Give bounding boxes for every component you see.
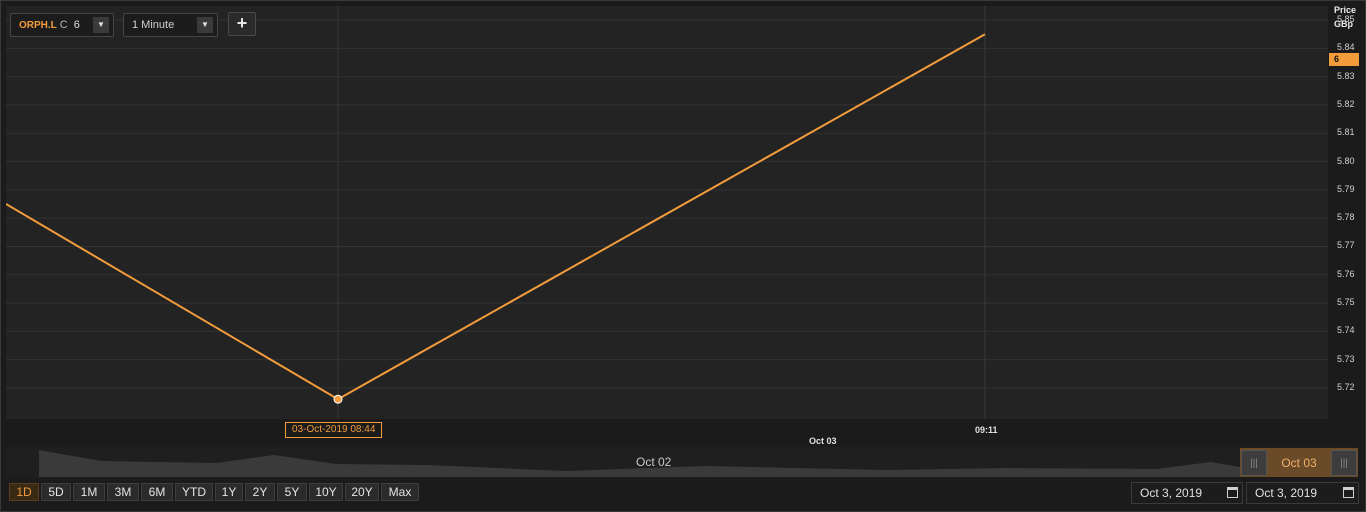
price-series-line: [6, 33, 986, 401]
range-button-1y[interactable]: 1Y: [215, 483, 243, 501]
x-axis-tick-time: 09:11: [975, 425, 998, 435]
y-axis-tick-label: 5.84: [1337, 42, 1355, 53]
series-value-label: 6: [73, 19, 80, 31]
y-axis-tick-label: 5.81: [1337, 127, 1355, 138]
y-axis-tick-label: 5.75: [1337, 297, 1355, 308]
range-button-1m[interactable]: 1M: [73, 483, 105, 501]
y-axis-tick-label: 5.78: [1337, 212, 1355, 223]
price-chart-plot[interactable]: [6, 6, 1328, 419]
navigator-date-label: Oct 02: [636, 455, 672, 469]
range-button-6m[interactable]: 6M: [141, 483, 173, 501]
range-button-max[interactable]: Max: [381, 483, 419, 501]
start-date-value: Oct 3, 2019: [1140, 486, 1203, 500]
symbol-dropdown-icon[interactable]: ▼: [93, 17, 109, 33]
range-button-3m[interactable]: 3M: [107, 483, 139, 501]
calendar-icon[interactable]: [1343, 487, 1354, 498]
range-button-5y[interactable]: 5Y: [277, 483, 307, 501]
y-axis-tick-label: 5.72: [1337, 381, 1355, 392]
time-navigator[interactable]: [6, 447, 1358, 477]
interval-label: 1 Minute: [132, 19, 175, 31]
range-button-10y[interactable]: 10Y: [309, 483, 343, 501]
range-button-ytd[interactable]: YTD: [175, 483, 213, 501]
y-axis-tick-label: 5.82: [1337, 99, 1355, 109]
navigator-selection-window[interactable]: Oct 03 ||| |||: [1240, 448, 1358, 477]
x-axis-tick-date: Oct 03: [809, 436, 837, 446]
last-price-marker: 6: [1329, 53, 1359, 66]
y-axis-tick-label: 5.79: [1337, 183, 1355, 194]
y-axis-tick-label: 5.73: [1337, 353, 1355, 364]
interval-dropdown-icon[interactable]: ▼: [197, 17, 213, 33]
end-date-field[interactable]: Oct 3, 2019: [1246, 482, 1359, 504]
navigator-sparkline: [39, 450, 1240, 477]
y-axis-tick-label: 5.83: [1337, 70, 1355, 81]
y-axis-tick-label: 5.77: [1337, 240, 1355, 251]
series-type-label: C: [59, 19, 68, 31]
start-date-field[interactable]: Oct 3, 2019: [1131, 482, 1243, 504]
x-axis: [6, 419, 1328, 447]
navigator-right-handle[interactable]: |||: [1331, 450, 1357, 476]
range-button-20y[interactable]: 20Y: [345, 483, 379, 501]
symbol-ticker: ORPH.L: [19, 20, 57, 31]
end-date-value: Oct 3, 2019: [1255, 486, 1318, 500]
range-button-1d[interactable]: 1D: [9, 483, 39, 501]
highlighted-data-point[interactable]: [333, 394, 343, 404]
y-axis-tick-label: 5.76: [1337, 268, 1355, 279]
calendar-icon[interactable]: [1227, 487, 1238, 498]
range-button-2y[interactable]: 2Y: [245, 483, 275, 501]
navigator-left-handle[interactable]: |||: [1241, 450, 1267, 476]
interval-selector[interactable]: 1 Minute ▼: [123, 13, 218, 37]
y-axis-tick-label: 5.80: [1337, 155, 1355, 166]
symbol-selector[interactable]: ORPH.L C 6 ▼: [10, 13, 114, 37]
y-axis-tick-label: 5.74: [1337, 325, 1355, 336]
y-axis-tick-label: 5.85: [1337, 14, 1355, 25]
add-series-button[interactable]: +: [228, 12, 256, 36]
range-button-5d[interactable]: 5D: [41, 483, 71, 501]
price-chart-svg: [6, 6, 1328, 419]
crosshair-date-label: 03-Oct-2019 08:44: [285, 422, 383, 438]
